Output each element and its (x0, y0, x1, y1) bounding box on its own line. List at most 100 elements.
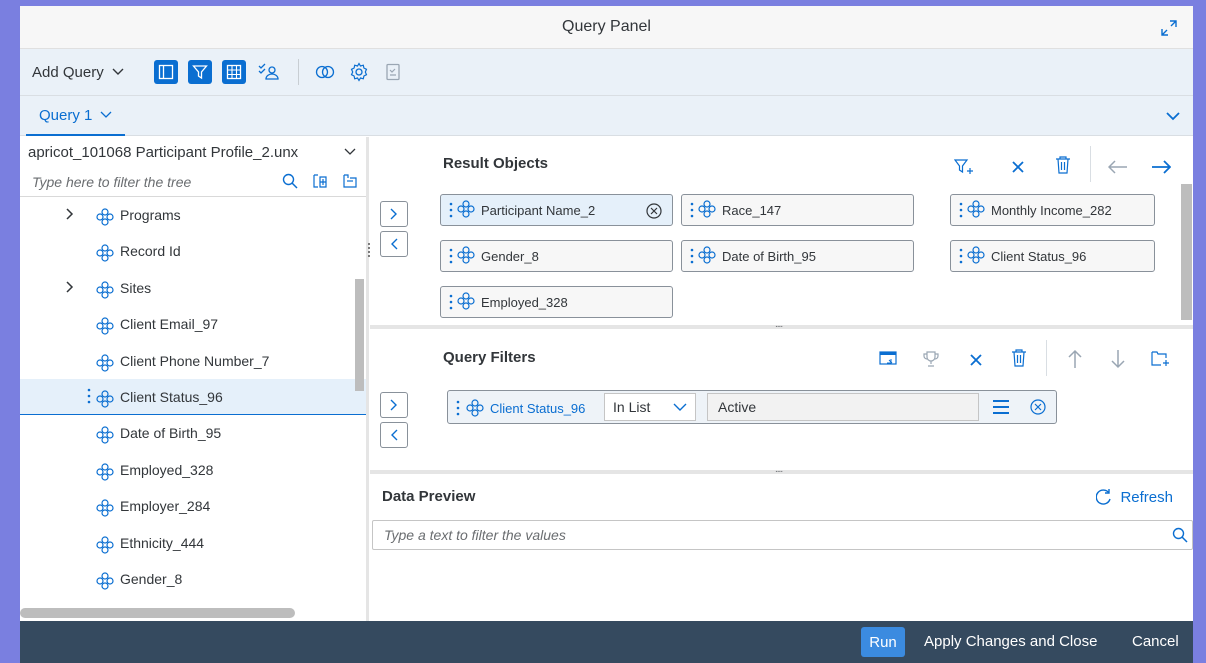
collapse-chevron-icon[interactable] (1165, 108, 1181, 127)
arrow-down-icon (1111, 350, 1125, 369)
result-object-chip[interactable]: Gender_8 (440, 240, 673, 272)
filter-object[interactable]: Client Status_96 (456, 399, 585, 417)
query-filter-row[interactable]: Client Status_96 In List Active (447, 390, 1057, 424)
remove-filter-button[interactable] (965, 349, 987, 371)
drag-handle-icon[interactable] (87, 388, 91, 404)
results-vertical-scrollbar[interactable] (1181, 184, 1192, 320)
tree-item[interactable]: Employer_284 (20, 488, 366, 524)
tree-item[interactable]: Gender_8 (20, 561, 366, 597)
dimension-icon (457, 199, 475, 221)
result-object-label: Race_147 (722, 202, 782, 218)
drag-handle-icon[interactable] (690, 202, 694, 218)
search-icon[interactable] (282, 173, 298, 189)
toolbar-separator (297, 59, 299, 85)
search-icon[interactable] (1172, 527, 1188, 543)
universe-selector[interactable]: apricot_101068 Participant Profile_2.unx (20, 137, 366, 167)
tree-item[interactable]: Programs (20, 197, 366, 233)
section-splitter[interactable]: .... (370, 464, 1193, 475)
cancel-button[interactable]: Cancel (1132, 633, 1179, 650)
tree-item-label: Record Id (120, 243, 181, 260)
filter-operator-select[interactable]: In List (604, 393, 696, 421)
move-up-button[interactable] (1064, 348, 1086, 370)
toggle-filters-button[interactable] (187, 60, 212, 84)
panel-splitter-handle[interactable] (367, 241, 371, 259)
tree-item[interactable]: Employed_328 (20, 452, 366, 488)
tree-item[interactable]: Ethnicity_444 (20, 525, 366, 561)
tree-item-label: Employer_284 (120, 498, 211, 515)
tab-query-1[interactable]: Query 1 (26, 96, 126, 136)
tree-filter-input[interactable]: Type here to filter the tree (20, 167, 366, 197)
dimension-icon (96, 208, 114, 229)
tree-item[interactable]: Client Status_96 (20, 378, 366, 416)
menu-icon[interactable] (992, 399, 1010, 415)
trash-icon (1012, 349, 1026, 367)
drag-handle-icon[interactable] (690, 248, 694, 264)
tree-item[interactable]: Client Phone Number_7 (20, 343, 366, 379)
tree-vertical-scrollbar[interactable] (355, 279, 364, 391)
query-panel-dialog: Query Panel Add Query Query 1 apricot_10… (20, 6, 1193, 663)
run-button[interactable]: Run (861, 627, 905, 657)
expand-all-icon[interactable] (312, 173, 328, 189)
result-object-label: Monthly Income_282 (991, 202, 1112, 218)
collapse-all-icon[interactable] (342, 173, 358, 189)
subquery-icon (879, 351, 897, 365)
script-icon (386, 63, 400, 81)
filter-value-text: Active (718, 399, 757, 415)
chevron-right-icon[interactable] (66, 281, 74, 293)
drag-handle-icon[interactable] (449, 248, 453, 264)
toggle-data-preview-button[interactable] (221, 60, 246, 84)
tree-item[interactable]: Date of Birth_95 (20, 415, 366, 451)
dimension-icon (457, 291, 475, 313)
dimension-icon (96, 390, 114, 411)
remove-circle-icon[interactable] (646, 203, 662, 219)
drag-handle-icon[interactable] (449, 202, 453, 218)
section-splitter[interactable]: .... (370, 319, 1193, 330)
close-icon (970, 354, 982, 366)
add-ranking-button[interactable] (920, 348, 942, 370)
tree-horizontal-scrollbar[interactable] (20, 608, 295, 618)
data-preview-filter-input[interactable]: Type a text to filter the values (372, 520, 1193, 550)
tree-item[interactable]: Record Id (20, 233, 366, 269)
result-object-chip[interactable]: Participant Name_2 (440, 194, 673, 226)
remove-object-button[interactable] (1007, 156, 1029, 178)
move-right-button[interactable] (1150, 156, 1172, 178)
move-left-button[interactable] (1107, 156, 1129, 178)
remove-all-filters-button[interactable] (1008, 347, 1030, 369)
drag-handle-icon[interactable] (959, 248, 963, 264)
dimension-icon (457, 245, 475, 267)
tree-item[interactable]: Sites (20, 270, 366, 306)
filter-value-input[interactable]: Active (707, 393, 979, 421)
combined-queries-button[interactable] (313, 60, 337, 84)
query-properties-button[interactable] (347, 60, 371, 84)
grid-icon (226, 64, 241, 80)
add-query-button[interactable]: Add Query (32, 64, 124, 81)
move-down-button[interactable] (1107, 348, 1129, 370)
result-object-chip[interactable]: Monthly Income_282 (950, 194, 1155, 226)
chevron-left-icon (391, 429, 398, 441)
tree-item-label: Ethnicity_444 (120, 534, 205, 551)
chevron-right-icon[interactable] (66, 208, 74, 220)
result-object-chip[interactable]: Race_147 (681, 194, 914, 226)
remove-from-filters-button[interactable] (380, 422, 408, 448)
result-object-chip[interactable]: Client Status_96 (950, 240, 1155, 272)
result-object-chip[interactable]: Employed_328 (440, 286, 673, 318)
fullscreen-icon[interactable] (1159, 18, 1179, 38)
remove-circle-icon[interactable] (1030, 399, 1046, 415)
add-filter-button[interactable] (953, 156, 975, 178)
remove-from-results-button[interactable] (380, 231, 408, 257)
add-subquery-button[interactable] (877, 348, 899, 370)
view-script-button[interactable] (381, 60, 405, 84)
add-filter-group-button[interactable] (1150, 348, 1172, 370)
filter-users-button[interactable] (256, 60, 280, 84)
drag-handle-icon[interactable] (959, 202, 963, 218)
remove-all-objects-button[interactable] (1052, 154, 1074, 176)
add-to-results-button[interactable] (380, 201, 408, 227)
drag-handle-icon[interactable] (449, 294, 453, 310)
add-to-filters-button[interactable] (380, 392, 408, 418)
result-object-chip[interactable]: Date of Birth_95 (681, 240, 914, 272)
toggle-tree-panel-button[interactable] (153, 60, 178, 84)
refresh-label: Refresh (1120, 488, 1173, 506)
tree-item[interactable]: Client Email_97 (20, 306, 366, 342)
refresh-button[interactable]: Refresh (1096, 488, 1173, 506)
apply-changes-and-close-button[interactable]: Apply Changes and Close (924, 633, 1097, 650)
